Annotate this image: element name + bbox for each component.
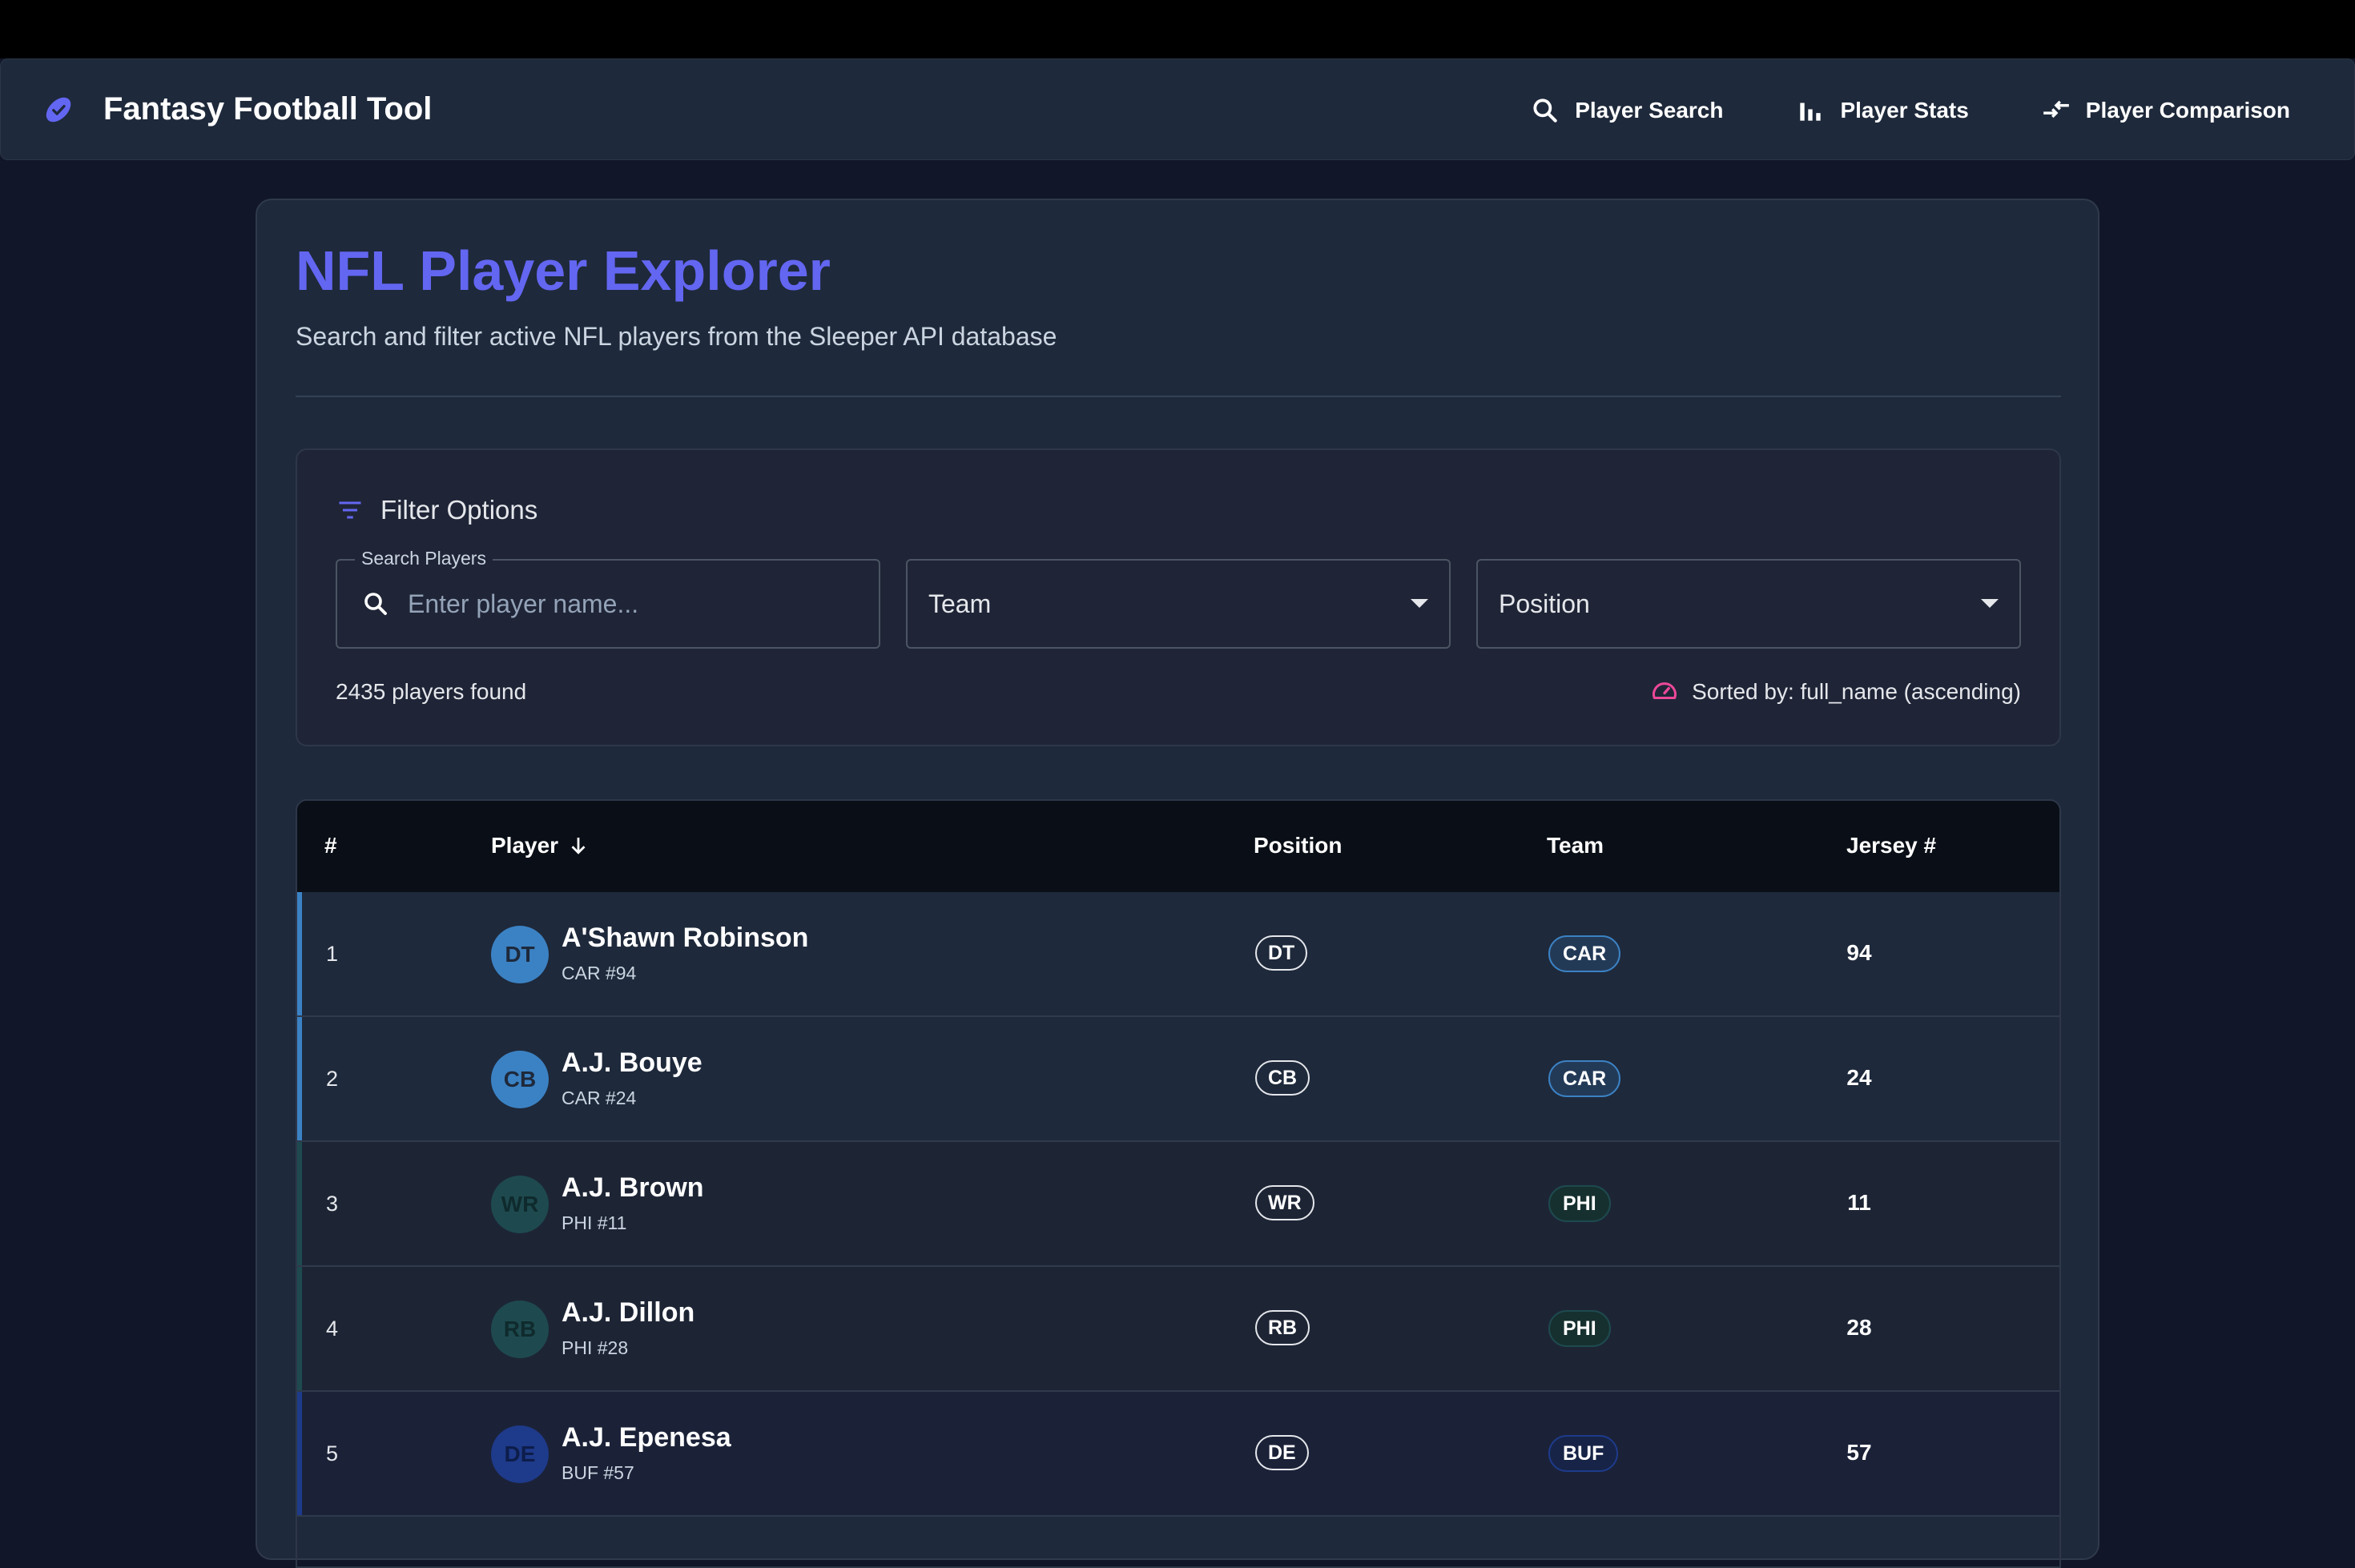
filter-panel: Filter Options Search Players Team Posit… [296, 448, 2061, 746]
bar-chart-icon [1800, 103, 1822, 121]
table-row[interactable]: 2 CB A.J. Bouye CAR #24 CB CAR 24 [297, 1017, 2059, 1142]
jersey-number: 24 [1846, 1065, 1872, 1090]
nav-player-comparison[interactable]: Player Comparison [2041, 95, 2290, 126]
search-input[interactable] [406, 588, 858, 620]
team-select-label: Team [928, 589, 992, 618]
table-row[interactable]: 1 DT A'Shawn Robinson CAR #94 DT CAR 94 [297, 892, 2059, 1017]
page-title: NFL Player Explorer [296, 239, 831, 302]
compare-arrows-icon [2043, 100, 2069, 118]
player-team-jersey: PHI #11 [562, 1212, 627, 1233]
player-team-jersey: BUF #57 [562, 1462, 634, 1483]
nav-player-search[interactable]: Player Search [1530, 95, 1723, 126]
app-title: Fantasy Football Tool [103, 91, 433, 127]
header-num: # [324, 833, 337, 858]
team-chip: CAR [1548, 935, 1621, 972]
team-color-stripe [297, 1142, 302, 1265]
search-label: Search Players [355, 548, 493, 569]
team-color-stripe [297, 1267, 302, 1390]
row-number: 2 [326, 1067, 339, 1091]
player-team-jersey: PHI #28 [562, 1337, 629, 1358]
row-number: 3 [326, 1192, 339, 1216]
row-number: 4 [326, 1317, 339, 1341]
team-chip: PHI [1548, 1310, 1611, 1347]
position-select-label: Position [1499, 589, 1590, 618]
position-chip: RB [1255, 1310, 1310, 1345]
table-row[interactable]: 4 RB A.J. Dillon PHI #28 RB PHI 28 [297, 1267, 2059, 1392]
table-row[interactable]: 3 WR A.J. Brown PHI #11 WR PHI 11 [297, 1142, 2059, 1267]
jersey-number: 11 [1847, 1190, 1871, 1215]
team-color-stripe [297, 1017, 302, 1140]
jersey-number: 94 [1846, 940, 1872, 965]
speedometer-icon [1653, 682, 1677, 699]
avatar: DT [491, 926, 549, 983]
players-table: # Player Position Team Jersey # 1 DT A'S… [296, 799, 2061, 1568]
avatar: WR [491, 1176, 549, 1233]
football-icon [46, 97, 71, 122]
nav-player-stats[interactable]: Player Stats [1795, 95, 1969, 126]
filter-header: Filter Options [336, 495, 537, 525]
sort-text: Sorted by: full_name (ascending) [1692, 679, 2021, 704]
player-name[interactable]: A.J. Epenesa [562, 1422, 731, 1453]
dropdown-arrow-icon [1411, 599, 1428, 608]
team-color-stripe [297, 1392, 302, 1515]
app-bar: Fantasy Football Tool Player Search Play… [0, 58, 2355, 160]
jersey-number: 57 [1846, 1440, 1872, 1465]
avatar: RB [491, 1301, 549, 1358]
avatar: CB [491, 1051, 549, 1108]
team-color-stripe [297, 892, 302, 1015]
nav-label: Player Stats [1840, 97, 1969, 123]
player-explorer-card: NFL Player Explorer Search and filter ac… [256, 199, 2099, 1568]
team-chip: CAR [1548, 1060, 1621, 1097]
divider [296, 396, 2061, 397]
player-name[interactable]: A'Shawn Robinson [562, 923, 808, 954]
dropdown-arrow-icon [1981, 599, 1999, 608]
player-name[interactable]: A.J. Dillon [562, 1297, 694, 1329]
search-icon [1533, 98, 1557, 123]
brand[interactable]: Fantasy Football Tool [41, 91, 432, 127]
page-subtitle: Search and filter active NFL players fro… [296, 322, 1057, 351]
result-count: 2435 players found [336, 679, 527, 704]
sort-indicator: Sorted by: full_name (ascending) [1650, 677, 2021, 706]
nav-label: Player Comparison [2085, 97, 2290, 123]
position-chip: WR [1255, 1185, 1314, 1220]
header-jersey[interactable]: Jersey # [1846, 833, 1936, 858]
player-name[interactable]: A.J. Brown [562, 1172, 704, 1204]
header-team[interactable]: Team [1547, 833, 1604, 858]
search-field[interactable]: Search Players [336, 548, 880, 649]
player-name[interactable]: A.J. Bouye [562, 1047, 702, 1079]
search-icon [364, 593, 387, 615]
position-select[interactable]: Position [1476, 559, 2021, 649]
team-chip: BUF [1548, 1435, 1619, 1472]
nav-label: Player Search [1575, 97, 1724, 123]
arrow-down-icon [571, 838, 586, 854]
filter-list-icon [339, 501, 361, 519]
jersey-number: 28 [1846, 1315, 1872, 1340]
team-select[interactable]: Team [906, 559, 1451, 649]
row-number: 1 [326, 942, 339, 966]
team-chip: PHI [1548, 1185, 1611, 1222]
table-row[interactable]: 5 DE A.J. Epenesa BUF #57 DE BUF 57 [297, 1392, 2059, 1517]
position-chip: DE [1255, 1435, 1309, 1470]
header-position[interactable]: Position [1254, 833, 1342, 858]
row-number: 5 [326, 1441, 339, 1465]
position-chip: CB [1255, 1060, 1310, 1096]
player-team-jersey: CAR #94 [562, 963, 637, 983]
top-nav: Player Search Player Stats Player Compar… [1530, 59, 2354, 161]
table-header: # Player Position Team Jersey # [297, 801, 2059, 894]
player-team-jersey: CAR #24 [562, 1088, 637, 1108]
position-chip: DT [1255, 935, 1308, 971]
avatar: DE [491, 1425, 549, 1483]
filter-title: Filter Options [380, 495, 538, 525]
header-player[interactable]: Player [491, 833, 590, 858]
top-bezel [0, 0, 2355, 58]
